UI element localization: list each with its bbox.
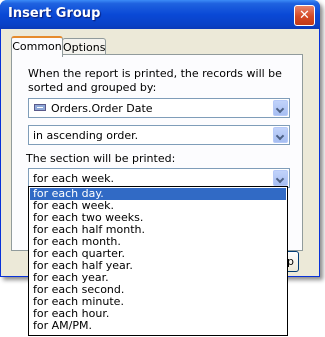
close-icon: ✕ [299,8,310,23]
database-field-icon [34,104,46,111]
sort-group-description: When the report is printed, the records … [28,67,282,94]
dialog-title: Insert Group [8,6,101,21]
close-button[interactable]: ✕ [294,5,315,26]
chevron-down-icon[interactable] [273,100,288,116]
chevron-down-icon[interactable] [273,170,288,186]
group-field-value: Orders.Order Date [51,102,153,115]
chevron-down-icon[interactable] [273,127,288,143]
dropdown-option[interactable]: for AM/PM. [30,320,286,332]
group-field-select[interactable]: Orders.Order Date [28,98,290,118]
sort-order-select[interactable]: in ascending order. [28,125,290,145]
tab-common[interactable]: Common [11,36,63,57]
section-printed-label: The section will be printed: [26,152,176,165]
title-bar[interactable]: Insert Group ✕ [0,0,320,29]
section-interval-select[interactable]: for each week. [28,168,290,188]
help-button-label: p [287,255,294,268]
section-interval-value: for each week. [33,172,115,185]
sort-order-value: in ascending order. [33,129,139,142]
section-interval-dropdown[interactable]: for each day. for each week. for each tw… [28,186,288,336]
